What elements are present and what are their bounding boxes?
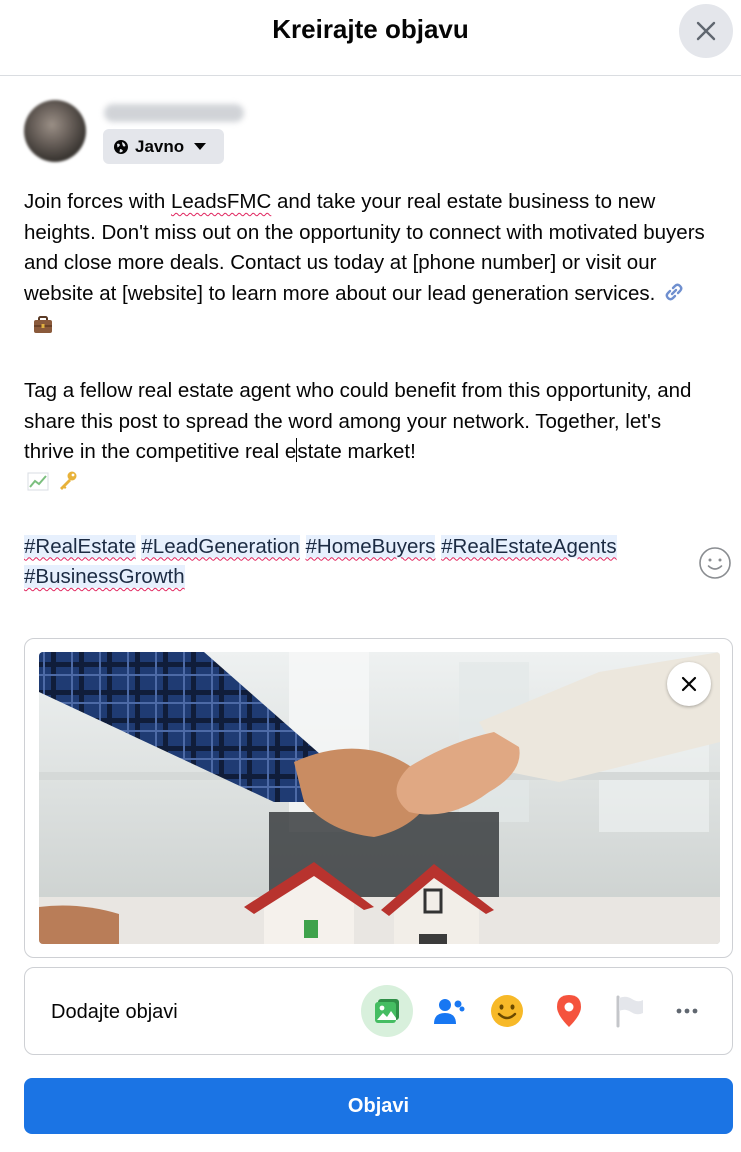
remove-photo-button[interactable] — [667, 662, 711, 706]
dialog-title: Kreirajte objavu — [272, 14, 469, 44]
author-name-blurred — [104, 104, 244, 122]
close-icon — [696, 21, 716, 41]
more-options-button[interactable] — [661, 985, 713, 1037]
post-composer-text[interactable]: Join forces with LeadsFMC and take your … — [24, 187, 714, 593]
post-paragraph-spacer — [24, 346, 714, 377]
briefcase-emoji — [32, 314, 54, 346]
avatar — [24, 100, 86, 162]
post-paragraph-2: Tag a fellow real estate agent who could… — [24, 376, 714, 501]
misspelled-word: LeadsFMC — [170, 190, 272, 213]
feeling-activity-button[interactable] — [481, 985, 533, 1037]
key-emoji — [56, 470, 80, 502]
chart-increasing-emoji — [26, 470, 50, 502]
text-run: Join forces with — [24, 190, 171, 213]
flag-icon — [616, 995, 643, 1028]
privacy-label: Javno — [135, 136, 185, 156]
hashtag[interactable]: #LeadGeneration — [141, 534, 300, 558]
close-icon — [681, 676, 697, 692]
post-paragraph-1: Join forces with LeadsFMC and take your … — [24, 187, 714, 346]
tag-people-icon — [434, 999, 465, 1024]
text-run: state market! — [297, 440, 416, 463]
hashtag[interactable]: #RealEstate — [24, 534, 136, 558]
close-dialog-button[interactable] — [679, 4, 733, 58]
feeling-icon — [491, 995, 523, 1027]
photo-video-button[interactable] — [361, 985, 413, 1037]
location-icon — [557, 995, 581, 1027]
post-paragraph-spacer — [24, 501, 714, 532]
add-to-post-label: Dodajte objavi — [51, 1001, 178, 1023]
add-to-post-bar: Dodajte objavi — [24, 967, 733, 1055]
attachment-preview — [24, 638, 733, 958]
hashtag[interactable]: #RealEstateAgents — [441, 534, 617, 558]
more-icon — [676, 1008, 698, 1014]
handshake-illustration — [39, 652, 720, 944]
privacy-selector[interactable]: Javno — [103, 129, 224, 164]
smiley-icon — [699, 547, 731, 579]
life-event-button[interactable] — [603, 985, 655, 1037]
globe-icon — [114, 139, 128, 154]
check-in-button[interactable] — [543, 985, 595, 1037]
hashtag[interactable]: #HomeBuyers — [305, 534, 436, 558]
publish-button[interactable]: Objavi — [24, 1078, 733, 1134]
link-emoji — [663, 281, 685, 313]
tag-people-button[interactable] — [423, 985, 475, 1037]
post-hashtags: #RealEstate #LeadGeneration #HomeBuyers … — [24, 532, 714, 593]
caret-down-icon — [194, 143, 207, 150]
dialog-header: Kreirajte objavu — [0, 0, 741, 76]
attached-photo — [39, 652, 720, 944]
photo-video-icon — [375, 999, 399, 1023]
emoji-picker-button[interactable] — [697, 545, 733, 581]
hashtag[interactable]: #BusinessGrowth — [24, 565, 185, 588]
